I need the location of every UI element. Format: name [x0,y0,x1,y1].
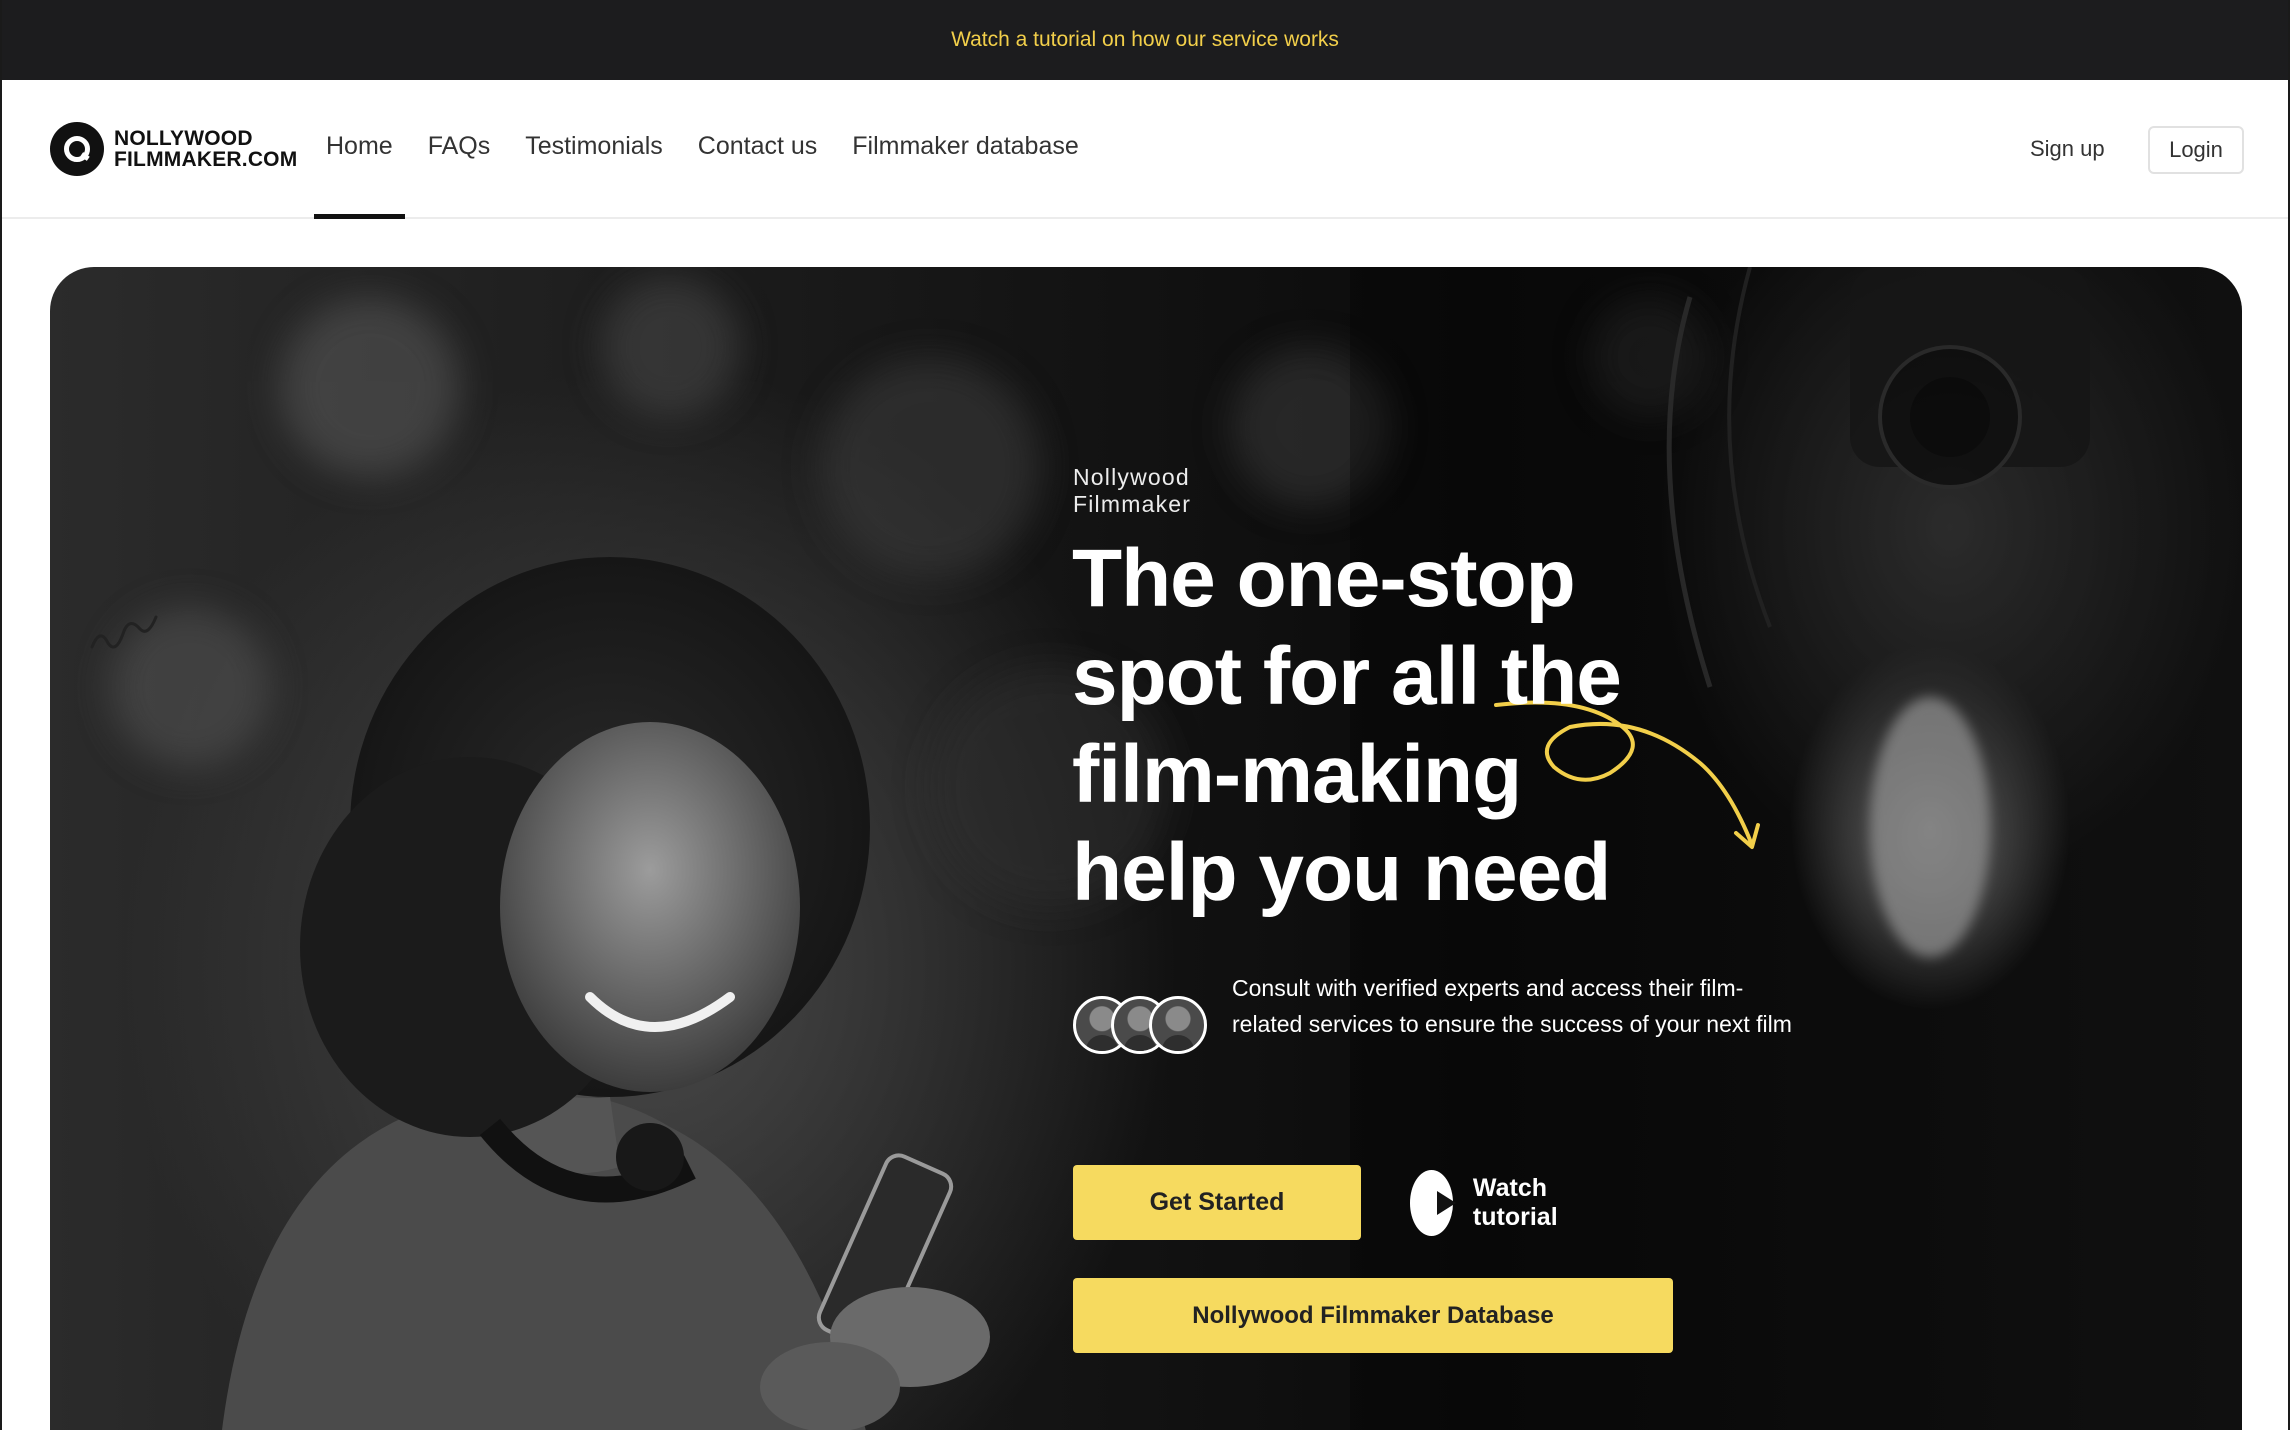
nav-item-filmmaker-database[interactable]: Filmmaker database [852,80,1078,219]
nav-item-contact[interactable]: Contact us [698,80,818,219]
hero-eyebrow: Nollywood Filmmaker [1073,464,1192,517]
signup-link[interactable]: Sign up [2030,136,2105,162]
watch-tutorial-button[interactable]: Watch tutorial [1410,1170,1581,1236]
login-button[interactable]: Login [2148,126,2244,174]
tutorial-banner-link[interactable]: Watch a tutorial on how our service work… [951,28,1339,52]
logo-line-2: FILMMAKER.COM [114,148,298,171]
play-icon [1410,1170,1456,1236]
logo-line-1: NOLLYWOOD [114,127,253,150]
get-started-button[interactable]: Get Started [1073,1165,1361,1240]
site-logo[interactable]: NOLLYWOOD FILMMAKER.COM [50,122,297,176]
main-nav: Home FAQs Testimonials Contact us Filmma… [314,80,1114,219]
avatar [1149,996,1207,1054]
expert-avatars [1073,996,1213,1054]
watch-tutorial-label: Watch tutorial [1472,1174,1558,1231]
nav-item-testimonials[interactable]: Testimonials [525,80,663,219]
logo-wordmark: NOLLYWOOD FILMMAKER.COM [114,128,297,170]
nav-item-home[interactable]: Home [314,80,405,219]
scribble-doodle [90,615,158,649]
hero-subtext: Consult with verified experts and access… [1232,975,1792,1037]
site-header: NOLLYWOOD FILMMAKER.COM Home FAQs Testim… [0,80,2290,219]
logo-mark-icon [50,122,104,176]
filmmaker-database-button[interactable]: Nollywood Filmmaker Database [1073,1278,1673,1353]
hero-section: Nollywood Filmmaker The one-stop spot fo… [50,267,2242,1430]
top-banner: Watch a tutorial on how our service work… [0,0,2290,80]
hero-headline: The one-stop spot for all the film-makin… [1072,533,1622,918]
nav-item-faqs[interactable]: FAQs [428,80,491,219]
